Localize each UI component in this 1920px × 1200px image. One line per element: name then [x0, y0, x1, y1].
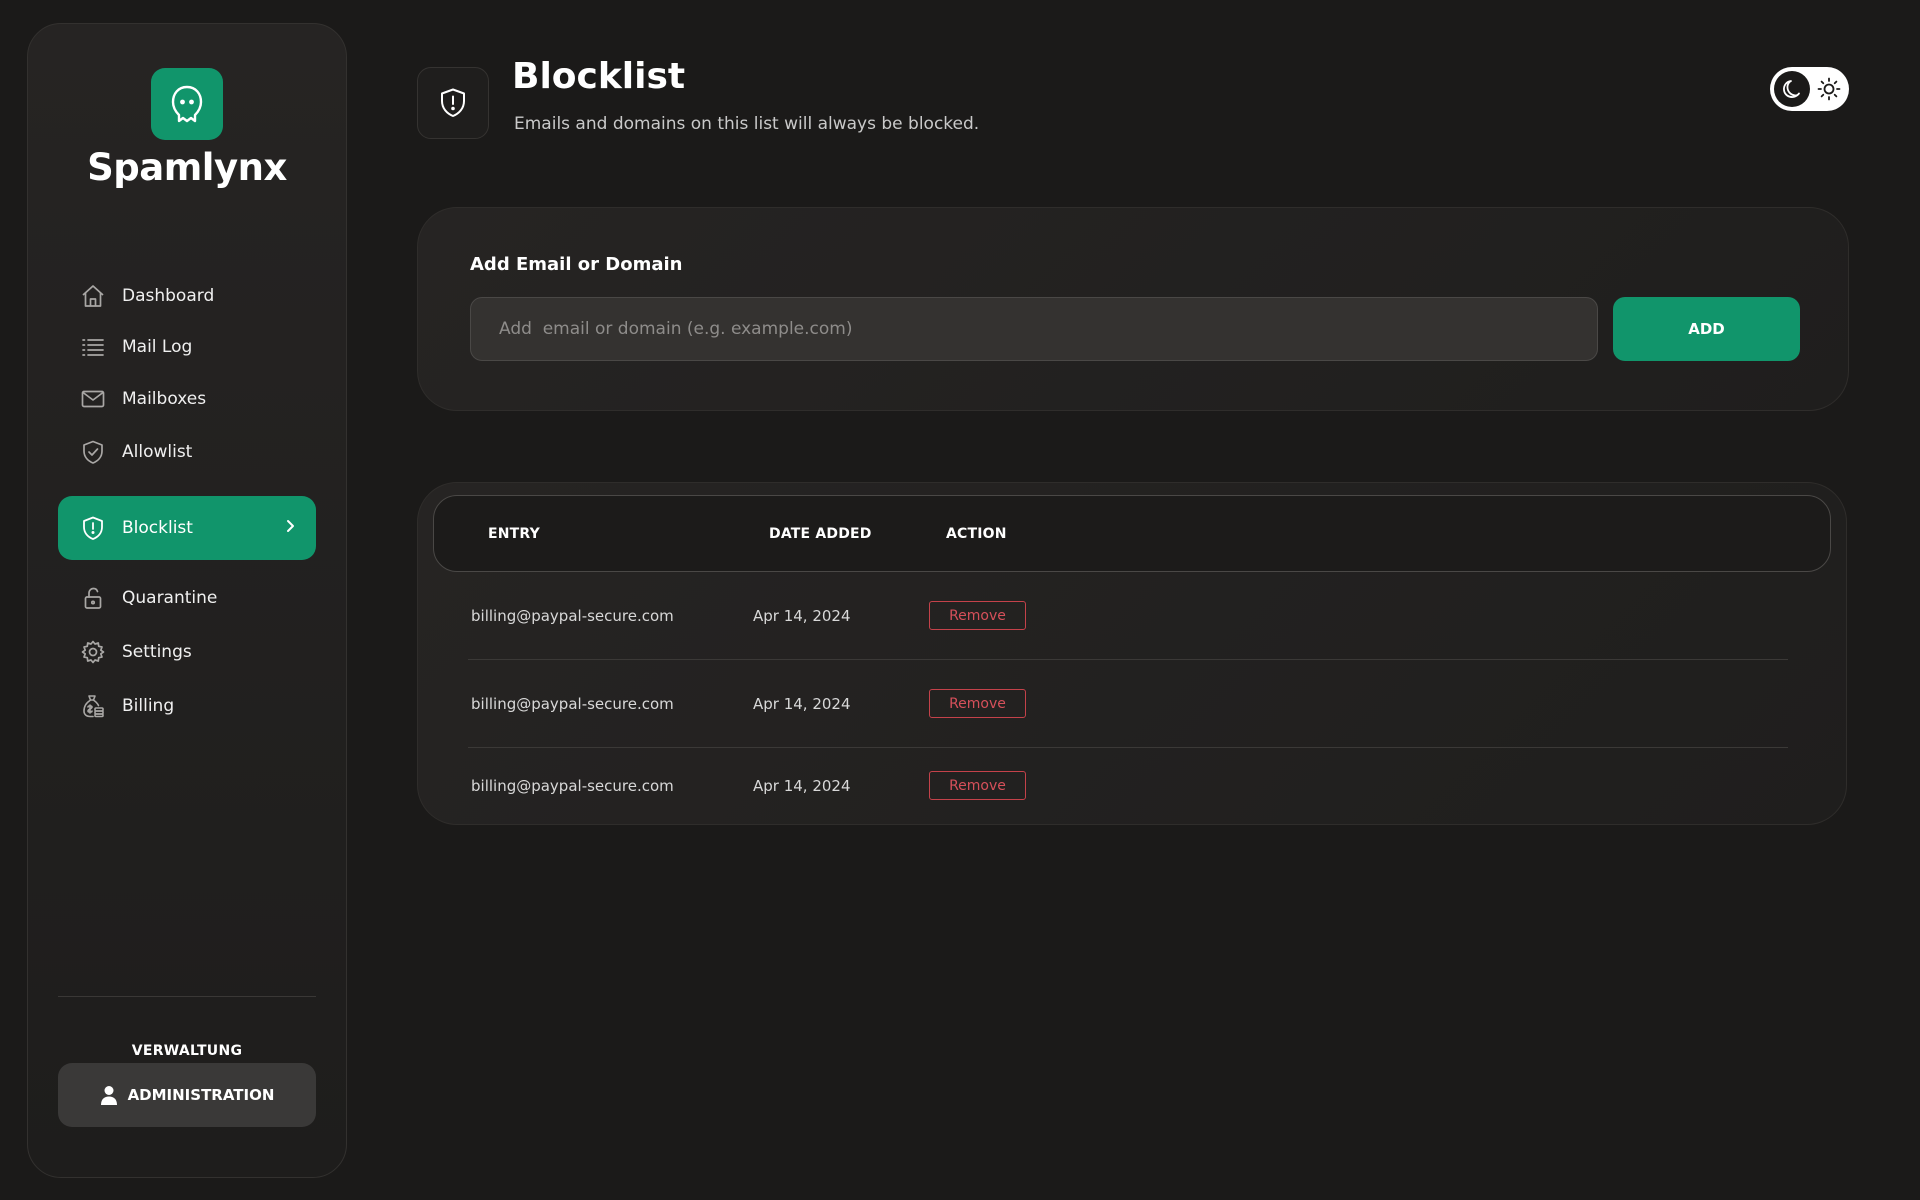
home-icon — [80, 283, 106, 309]
table-row: billing@paypal-secure.com Apr 14, 2024 R… — [418, 601, 1846, 631]
sidebar-item-label: Quarantine — [122, 588, 218, 608]
column-header-entry: ENTRY — [488, 526, 540, 542]
date-cell: Apr 14, 2024 — [753, 777, 851, 795]
row-divider — [468, 747, 1788, 748]
moon-icon — [1774, 71, 1810, 107]
sidebar-section-label: VERWALTUNG — [131, 1043, 243, 1059]
remove-button[interactable]: Remove — [929, 689, 1026, 718]
table-row: billing@paypal-secure.com Apr 14, 2024 R… — [418, 771, 1846, 801]
sidebar-item-label: Mail Log — [122, 337, 193, 357]
app-logo — [151, 68, 223, 140]
shield-check-icon — [80, 439, 106, 465]
entry-cell: billing@paypal-secure.com — [471, 777, 674, 795]
date-cell: Apr 14, 2024 — [753, 607, 851, 625]
sidebar-item-mailboxes[interactable]: Mailboxes — [58, 379, 316, 419]
add-entry-title: Add Email or Domain — [470, 254, 683, 275]
envelope-icon — [80, 386, 106, 412]
sidebar-item-dashboard[interactable]: Dashboard — [58, 276, 316, 316]
sidebar-item-label: Allowlist — [122, 442, 193, 462]
sidebar-item-blocklist[interactable]: Blocklist — [58, 496, 316, 560]
sidebar-item-label: Dashboard — [122, 286, 215, 306]
theme-toggle[interactable] — [1770, 67, 1849, 111]
shield-alert-icon — [80, 515, 106, 541]
sidebar-item-settings[interactable]: Settings — [58, 632, 316, 672]
sidebar: Spamlynx Dashboard Mail Log Mailboxes Al… — [27, 23, 347, 1178]
ghost-icon — [171, 85, 203, 123]
sidebar-divider — [58, 996, 316, 997]
row-divider — [468, 659, 1788, 660]
column-header-date-added: DATE ADDED — [769, 526, 872, 542]
page-subtitle: Emails and domains on this list will alw… — [514, 114, 980, 134]
table-header: ENTRY DATE ADDED ACTION — [433, 495, 1831, 572]
sidebar-item-label: Settings — [122, 642, 192, 662]
date-cell: Apr 14, 2024 — [753, 695, 851, 713]
gear-icon — [80, 639, 106, 665]
sidebar-item-quarantine[interactable]: Quarantine — [58, 578, 316, 618]
remove-button[interactable]: Remove — [929, 771, 1026, 800]
entry-cell: billing@paypal-secure.com — [471, 607, 674, 625]
sidebar-item-label: Mailboxes — [122, 389, 207, 409]
sidebar-item-allowlist[interactable]: Allowlist — [58, 432, 316, 472]
column-header-action: ACTION — [946, 526, 1007, 542]
sidebar-item-label: Blocklist — [122, 518, 193, 538]
entry-cell: billing@paypal-secure.com — [471, 695, 674, 713]
page-icon — [417, 67, 489, 139]
administration-button-label: ADMINISTRATION — [127, 1086, 275, 1104]
entry-input[interactable] — [470, 297, 1598, 361]
page-title: Blocklist — [512, 56, 686, 97]
unlock-icon — [80, 585, 106, 611]
administration-button[interactable]: ADMINISTRATION — [58, 1063, 316, 1127]
add-button[interactable]: ADD — [1613, 297, 1800, 361]
brand-name: Spamlynx — [87, 146, 287, 189]
add-entry-card: Add Email or Domain ADD — [417, 207, 1849, 411]
user-icon — [100, 1086, 117, 1105]
sidebar-item-billing[interactable]: Billing — [58, 686, 316, 726]
blocklist-table: ENTRY DATE ADDED ACTION billing@paypal-s… — [417, 482, 1847, 825]
chevron-right-icon — [284, 518, 296, 538]
sidebar-item-mail-log[interactable]: Mail Log — [58, 327, 316, 367]
shield-alert-icon — [441, 88, 465, 117]
sidebar-item-label: Billing — [122, 696, 175, 716]
remove-button[interactable]: Remove — [929, 601, 1026, 630]
money-bag-icon — [80, 693, 106, 719]
table-row: billing@paypal-secure.com Apr 14, 2024 R… — [418, 689, 1846, 719]
list-icon — [80, 334, 106, 360]
sun-icon — [1817, 77, 1841, 105]
